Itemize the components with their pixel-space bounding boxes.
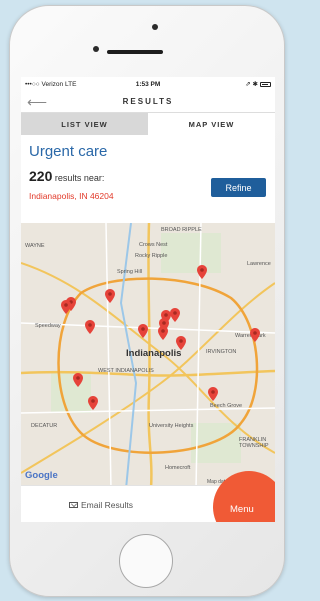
phone-sensor [152, 24, 158, 30]
menu-label: Menu [230, 504, 254, 515]
envelope-icon [69, 502, 78, 508]
map-marker-icon[interactable] [250, 328, 260, 342]
app-screen: •••○○ Verizon LTE 1:53 PM ⇗ ✱ ⟵ RESULTS … [21, 77, 275, 522]
map-label: WEST INDIANAPOLIS [98, 368, 154, 374]
map-marker-icon[interactable] [208, 387, 218, 401]
results-map[interactable]: Crows Nest Rocky Ripple Spring Hill Spee… [21, 223, 275, 489]
home-button[interactable] [119, 534, 173, 588]
map-marker-icon[interactable] [88, 396, 98, 410]
map-marker-icon[interactable] [73, 373, 83, 387]
map-marker-icon[interactable] [138, 324, 148, 338]
search-summary: Urgent care 220 results near: Indianapol… [21, 135, 275, 223]
map-marker-icon[interactable] [158, 326, 168, 340]
map-label: University Heights [149, 423, 194, 429]
result-count: 220 [29, 168, 53, 184]
map-city-label: Indianapolis [126, 348, 182, 359]
map-label: Beech Grove [210, 403, 243, 409]
status-bar: •••○○ Verizon LTE 1:53 PM ⇗ ✱ [21, 77, 275, 91]
map-label: IRVINGTON [206, 349, 237, 355]
map-marker-icon[interactable] [197, 265, 207, 279]
tab-map-view[interactable]: MAP VIEW [148, 113, 275, 135]
refine-button[interactable]: Refine [211, 178, 266, 197]
map-label: DECATUR [31, 423, 58, 429]
email-results-button[interactable]: Email Results [69, 500, 133, 510]
map-label: Speedway [35, 323, 61, 329]
map-label: Homecroft [165, 465, 191, 471]
map-marker-icon[interactable] [61, 300, 71, 314]
map-label: FRANKLIN TOWNSHIP [239, 437, 269, 449]
tab-list-view[interactable]: LIST VIEW [21, 113, 148, 135]
result-count-suffix: results near: [54, 173, 105, 183]
email-results-label: Email Results [81, 500, 133, 510]
map-label: Lawrence [247, 261, 271, 267]
view-tabs: LIST VIEW MAP VIEW [21, 113, 275, 135]
map-marker-icon[interactable] [176, 336, 186, 350]
battery-icon [260, 81, 271, 87]
status-time: 1:53 PM [135, 80, 161, 88]
front-camera [93, 46, 99, 52]
earpiece-speaker [107, 50, 163, 54]
search-heading: Urgent care [29, 143, 108, 160]
back-arrow-icon[interactable]: ⟵ [27, 94, 47, 111]
map-label: Spring Hill [117, 269, 143, 275]
page-title: RESULTS [122, 97, 174, 106]
map-label: WAYNE [25, 243, 45, 249]
map-marker-icon[interactable] [85, 320, 95, 334]
google-logo: Google [25, 470, 58, 481]
nav-bar: ⟵ RESULTS [21, 91, 275, 113]
map-marker-icon[interactable] [170, 308, 180, 322]
map-label: Crows Nest [139, 242, 168, 248]
map-label: BROAD RIPPLE [161, 227, 202, 233]
map-marker-icon[interactable] [105, 289, 115, 303]
map-label: Rocky Ripple [135, 253, 168, 259]
